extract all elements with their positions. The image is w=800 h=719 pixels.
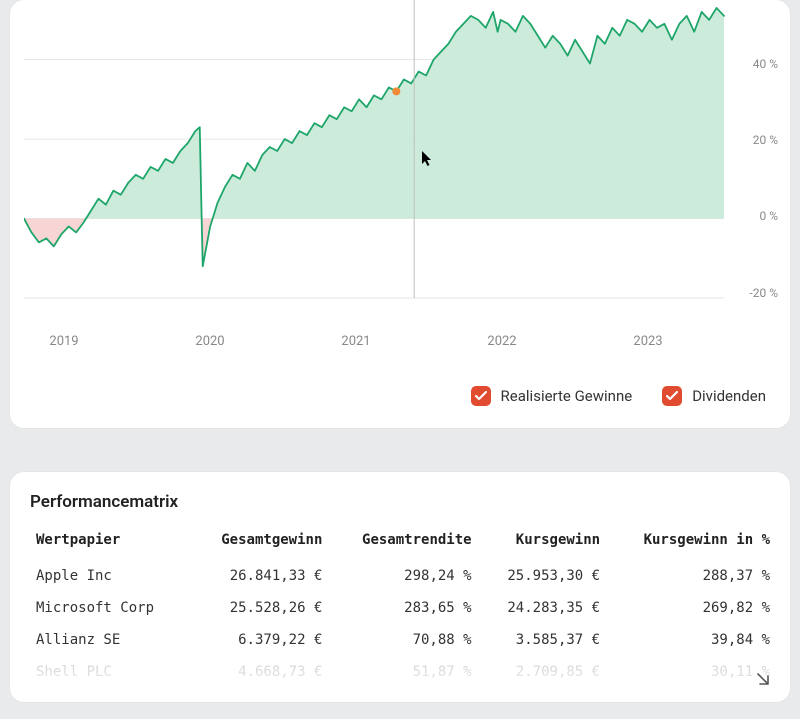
- cell-price-gain: 2.709,85 €: [478, 656, 607, 688]
- x-tick-label: 2019: [49, 334, 78, 349]
- cell-total-gain: 4.668,73 €: [190, 656, 329, 688]
- legend-label: Dividenden: [692, 387, 766, 405]
- col-total-gain[interactable]: Gesamtgewinn: [190, 526, 329, 560]
- cell-total-gain: 26.841,33 €: [190, 560, 329, 592]
- cell-total-return: 70,88 %: [328, 624, 477, 656]
- col-price-gain[interactable]: Kursgewinn: [478, 526, 607, 560]
- table-row[interactable]: Allianz SE 6.379,22 € 70,88 % 3.585,37 €…: [30, 624, 776, 656]
- x-tick-label: 2020: [195, 334, 224, 349]
- y-tick-label: -20 %: [734, 286, 778, 300]
- cell-price-gain-pct: 39,84 %: [606, 624, 776, 656]
- cell-total-gain: 25.528,26 €: [190, 592, 329, 624]
- cell-total-return: 51,87 %: [328, 656, 477, 688]
- table-row[interactable]: Shell PLC 4.668,73 € 51,87 % 2.709,85 € …: [30, 656, 776, 688]
- y-tick-label: 20 %: [734, 133, 778, 147]
- legend-label: Realisierte Gewinne: [501, 387, 633, 405]
- col-total-return[interactable]: Gesamtrendite: [328, 526, 477, 560]
- cell-security: Microsoft Corp: [30, 592, 190, 624]
- x-tick-label: 2023: [633, 334, 662, 349]
- cell-security: Shell PLC: [30, 656, 190, 688]
- cell-total-return: 298,24 %: [328, 560, 477, 592]
- table-row[interactable]: Apple Inc 26.841,33 € 298,24 % 25.953,30…: [30, 560, 776, 592]
- cell-price-gain: 24.283,35 €: [478, 592, 607, 624]
- cell-price-gain: 25.953,30 €: [478, 560, 607, 592]
- cell-total-gain: 6.379,22 €: [190, 624, 329, 656]
- table-row[interactable]: Microsoft Corp 25.528,26 € 283,65 % 24.2…: [30, 592, 776, 624]
- x-axis: 2019 2020 2021 2022 2023: [24, 334, 712, 352]
- cell-price-gain: 3.585,37 €: [478, 624, 607, 656]
- cell-price-gain-pct: 269,82 %: [606, 592, 776, 624]
- table-title: Performancematrix: [30, 492, 776, 512]
- performance-chart-card: 40 % 20 % 0 % -20 % 2019 2020 2021 2022 …: [10, 0, 790, 428]
- y-tick-label: 0 %: [734, 209, 778, 223]
- chart-svg: [24, 0, 776, 330]
- cell-price-gain-pct: 30,11 %: [606, 656, 776, 688]
- x-tick-label: 2021: [341, 334, 370, 349]
- checkbox-checked-icon: [662, 386, 682, 406]
- table-header-row: Wertpapier Gesamtgewinn Gesamtrendite Ku…: [30, 526, 776, 560]
- performance-matrix-card: Performancematrix Wertpapier Gesamtgewin…: [10, 472, 790, 702]
- cell-total-return: 283,65 %: [328, 592, 477, 624]
- col-price-gain-pct[interactable]: Kursgewinn in %: [606, 526, 776, 560]
- legend-item-realized-gains[interactable]: Realisierte Gewinne: [471, 386, 633, 406]
- legend-item-dividends[interactable]: Dividenden: [662, 386, 766, 406]
- performance-table[interactable]: Wertpapier Gesamtgewinn Gesamtrendite Ku…: [30, 526, 776, 688]
- cell-price-gain-pct: 288,37 %: [606, 560, 776, 592]
- cell-security: Apple Inc: [30, 560, 190, 592]
- col-security[interactable]: Wertpapier: [30, 526, 190, 560]
- cell-security: Allianz SE: [30, 624, 190, 656]
- y-tick-label: 40 %: [734, 57, 778, 71]
- x-tick-label: 2022: [487, 334, 516, 349]
- checkbox-checked-icon: [471, 386, 491, 406]
- expand-arrow-icon[interactable]: [754, 670, 772, 692]
- performance-chart[interactable]: 40 % 20 % 0 % -20 %: [24, 0, 776, 330]
- chart-legend: Realisierte Gewinne Dividenden: [24, 386, 776, 406]
